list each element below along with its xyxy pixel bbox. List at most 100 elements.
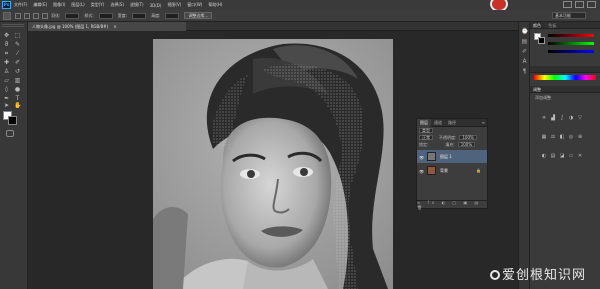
gradient-tool-icon[interactable]: ▥ xyxy=(14,77,21,84)
dodge-tool-icon[interactable]: ● xyxy=(14,86,21,93)
eye-icon[interactable]: 👁 xyxy=(419,169,424,174)
height-input[interactable] xyxy=(165,12,180,19)
workspace-select[interactable]: 基本功能 xyxy=(552,12,586,19)
style-select[interactable] xyxy=(98,12,113,19)
brush-tool-icon[interactable]: ✐ xyxy=(14,59,21,66)
eraser-tool-icon[interactable]: ▱ xyxy=(3,77,10,84)
menu-filter[interactable]: 滤镜(T) xyxy=(130,2,144,8)
levels-icon[interactable]: ▟ xyxy=(549,115,557,122)
layers-bottom-toolbar[interactable]: ∞ fx ◐ ▢ ▣ ▤ 🗑 xyxy=(417,200,487,210)
watermark-text: 爱创根知识网 xyxy=(502,268,587,283)
blur-tool-icon[interactable]: ◊ xyxy=(3,86,10,93)
lock-row: 锁定: 填充: 100% xyxy=(417,141,487,148)
curves-icon[interactable]: ∫ xyxy=(558,115,566,122)
fill-input[interactable]: 100% xyxy=(457,142,476,147)
tab-swatches[interactable]: 色板 xyxy=(548,23,556,28)
crop-tool-icon[interactable]: ⌗ xyxy=(3,50,10,57)
tab-paths[interactable]: 路径 xyxy=(445,119,459,127)
blend-mode-select[interactable]: 正常 xyxy=(419,135,433,140)
toolbox-grip[interactable] xyxy=(2,24,24,27)
blue-slider[interactable] xyxy=(548,50,594,53)
menu-3d[interactable]: 3D(D) xyxy=(150,3,162,8)
layer-name: 背景 xyxy=(440,167,448,173)
menu-view[interactable]: 视图(V) xyxy=(167,2,181,8)
layer-row-background[interactable]: 👁 背景 🔒 xyxy=(417,164,487,177)
tab-color[interactable]: 颜色 xyxy=(533,23,541,28)
opacity-input[interactable]: 100% xyxy=(459,135,477,140)
type-tool-icon[interactable]: T xyxy=(14,95,21,102)
document-tab[interactable]: 人物头像.jpg @ 100% (图层 1, RGB/8#) × xyxy=(28,22,186,31)
character-panel-icon[interactable]: A xyxy=(521,58,528,65)
properties-panel-icon[interactable]: ▤ xyxy=(521,38,528,45)
quick-mask-icon[interactable] xyxy=(6,130,14,137)
clone-stamp-tool-icon[interactable]: ♙ xyxy=(3,68,10,75)
vibrance-icon[interactable]: ▽ xyxy=(576,115,584,122)
marquee-tool-preset-icon[interactable] xyxy=(3,11,11,20)
marquee-tool-icon[interactable]: ⬚ xyxy=(14,32,21,39)
tab-layers[interactable]: 图层 xyxy=(417,118,431,127)
healing-brush-tool-icon[interactable]: ✚ xyxy=(3,59,10,66)
exposure-icon[interactable]: ◑ xyxy=(567,115,575,122)
new-selection-icon[interactable] xyxy=(15,12,21,19)
channel-mixer-icon[interactable]: ⊕ xyxy=(576,134,584,141)
workspace-area: 图层 通道 路径 ≡ 类型 正常 不透明度: 100% 锁定: 填充: 100%… xyxy=(28,31,518,289)
adjustments-header: 调整 xyxy=(530,86,600,93)
quick-select-tool-icon[interactable]: ✎ xyxy=(14,41,21,48)
photo-filter-icon[interactable]: ◎ xyxy=(567,134,575,141)
selective-color-icon[interactable]: ✕ xyxy=(576,153,584,160)
document-canvas[interactable] xyxy=(153,39,393,289)
green-slider[interactable] xyxy=(548,42,594,45)
color-spectrum[interactable] xyxy=(534,75,596,80)
layers-panel-tabs: 图层 通道 路径 ≡ xyxy=(417,118,487,127)
color-balance-icon[interactable]: ⚖ xyxy=(549,134,557,141)
layer-kind-select[interactable]: 类型 xyxy=(419,128,433,133)
panel-menu-icon[interactable]: ≡ xyxy=(482,120,485,125)
menu-file[interactable]: 文件(F) xyxy=(14,2,27,8)
subtract-selection-icon[interactable] xyxy=(33,12,39,19)
menu-image[interactable]: 图像(I) xyxy=(53,2,65,8)
maximize-button[interactable] xyxy=(575,1,584,8)
color-panel-header: 颜色 色板 xyxy=(530,22,600,29)
refine-edge-button[interactable]: 调整边缘... xyxy=(184,12,213,19)
menu-window[interactable]: 窗口(W) xyxy=(187,2,202,8)
threshold-icon[interactable]: ◪ xyxy=(558,153,566,160)
invert-icon[interactable]: ◐ xyxy=(540,153,548,160)
minimize-button[interactable] xyxy=(563,1,572,8)
history-brush-tool-icon[interactable]: ↺ xyxy=(14,68,21,75)
brush-panel-icon[interactable]: ✐ xyxy=(521,48,528,55)
menu-type[interactable]: 类型(Y) xyxy=(91,2,105,8)
gradient-map-icon[interactable]: ▭ xyxy=(567,153,575,160)
history-panel-icon[interactable]: ⌚ xyxy=(521,28,528,35)
path-select-tool-icon[interactable]: ➤ xyxy=(3,102,10,109)
bw-icon[interactable]: ◧ xyxy=(558,134,566,141)
brightness-icon[interactable]: ☀ xyxy=(540,115,548,122)
feather-label: 羽化: xyxy=(51,12,61,18)
red-slider[interactable] xyxy=(548,34,594,37)
photoshop-logo: Ps xyxy=(2,1,11,9)
background-color-swatch[interactable] xyxy=(8,116,17,125)
hand-tool-icon[interactable]: ✋ xyxy=(14,102,21,109)
feather-input[interactable] xyxy=(65,12,80,19)
menu-edit[interactable]: 编辑(E) xyxy=(33,2,47,8)
tab-adjustments[interactable]: 调整 xyxy=(533,87,541,92)
close-button[interactable] xyxy=(587,1,596,8)
eye-icon[interactable]: 👁 xyxy=(419,155,424,160)
layer-row-layer1[interactable]: 👁 图层 1 xyxy=(417,150,487,163)
menu-layer[interactable]: 图层(L) xyxy=(71,2,84,8)
move-tool-icon[interactable]: ✥ xyxy=(3,32,10,39)
color-background-swatch[interactable] xyxy=(538,37,545,44)
paragraph-panel-icon[interactable]: ¶ xyxy=(521,68,528,75)
pen-tool-icon[interactable]: ✒ xyxy=(3,95,10,102)
add-selection-icon[interactable] xyxy=(24,12,30,19)
tab-channels[interactable]: 通道 xyxy=(431,119,445,127)
close-tab-icon[interactable]: × xyxy=(113,24,116,29)
width-input[interactable] xyxy=(132,12,147,19)
lasso-tool-icon[interactable]: ϑ xyxy=(3,41,10,48)
intersect-selection-icon[interactable] xyxy=(42,12,48,19)
hue-sat-icon[interactable]: ▦ xyxy=(540,134,548,141)
menu-select[interactable]: 选择(S) xyxy=(110,2,124,8)
menu-help[interactable]: 帮助(H) xyxy=(208,2,222,8)
lock-icon: 🔒 xyxy=(476,168,481,173)
posterize-icon[interactable]: ▤ xyxy=(549,153,557,160)
eyedropper-tool-icon[interactable]: ⁄ xyxy=(14,50,21,57)
